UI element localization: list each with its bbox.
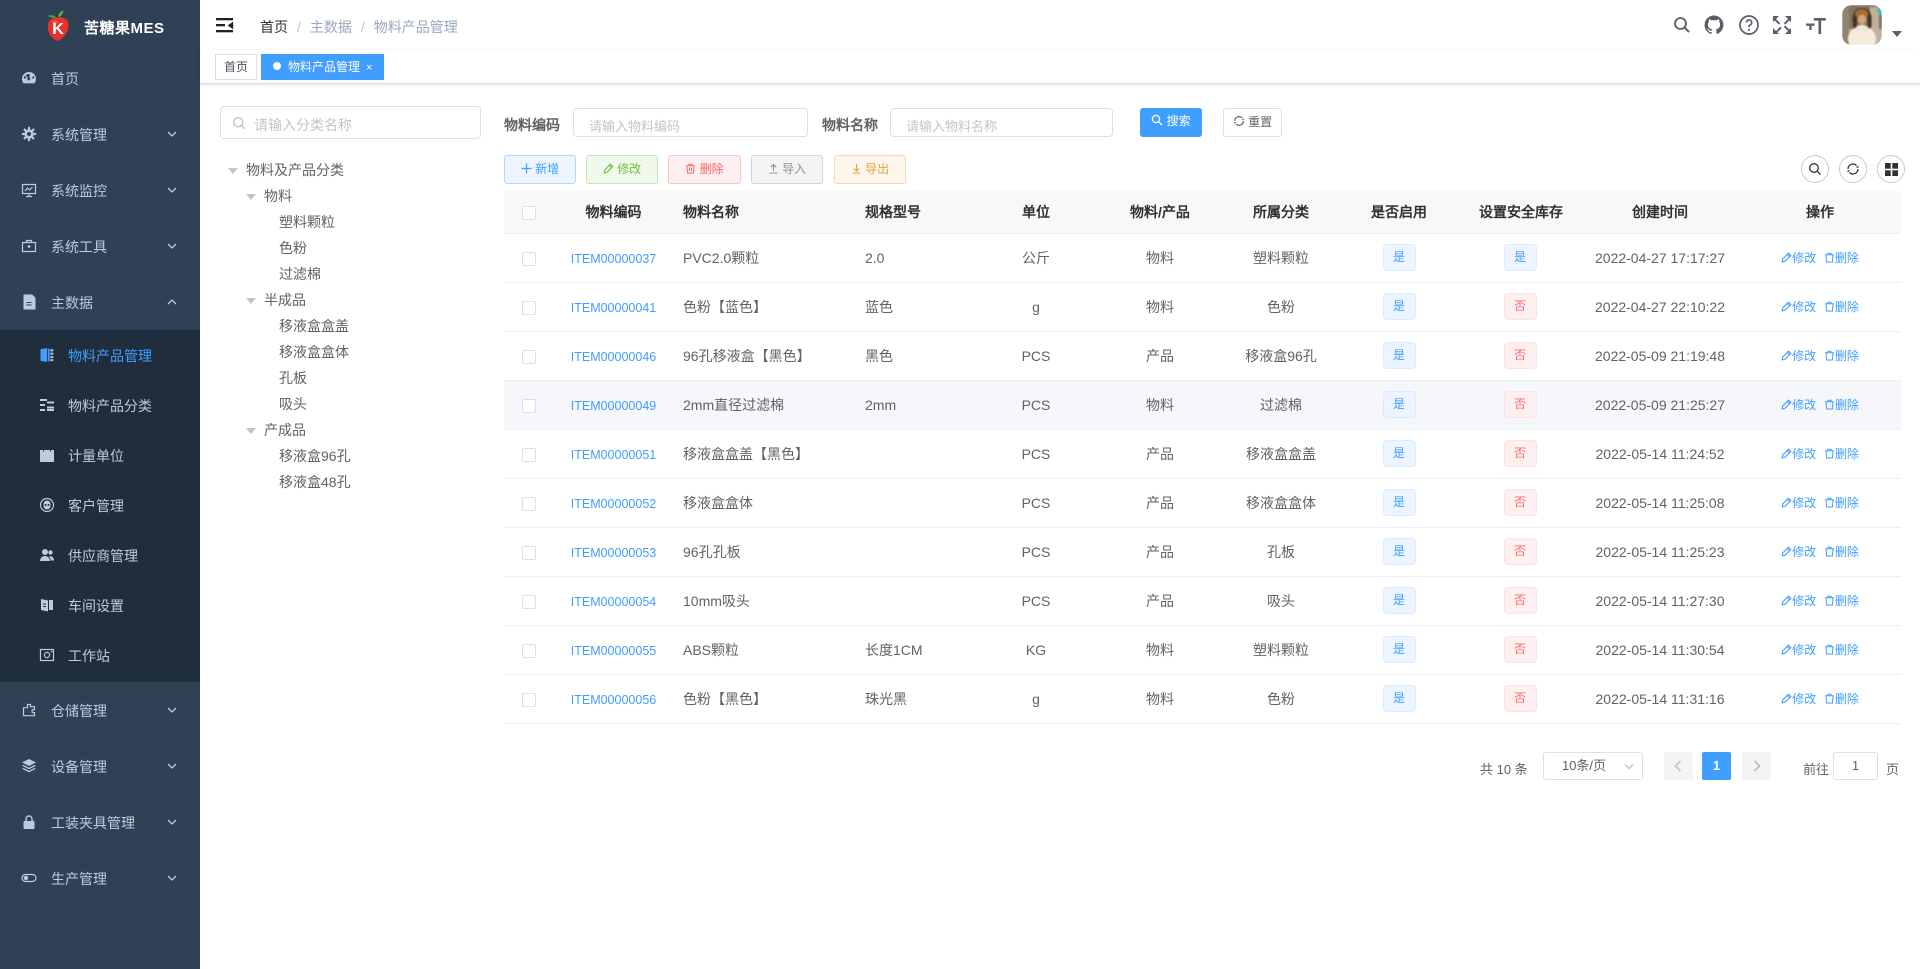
svg-text:K: K <box>52 21 64 38</box>
